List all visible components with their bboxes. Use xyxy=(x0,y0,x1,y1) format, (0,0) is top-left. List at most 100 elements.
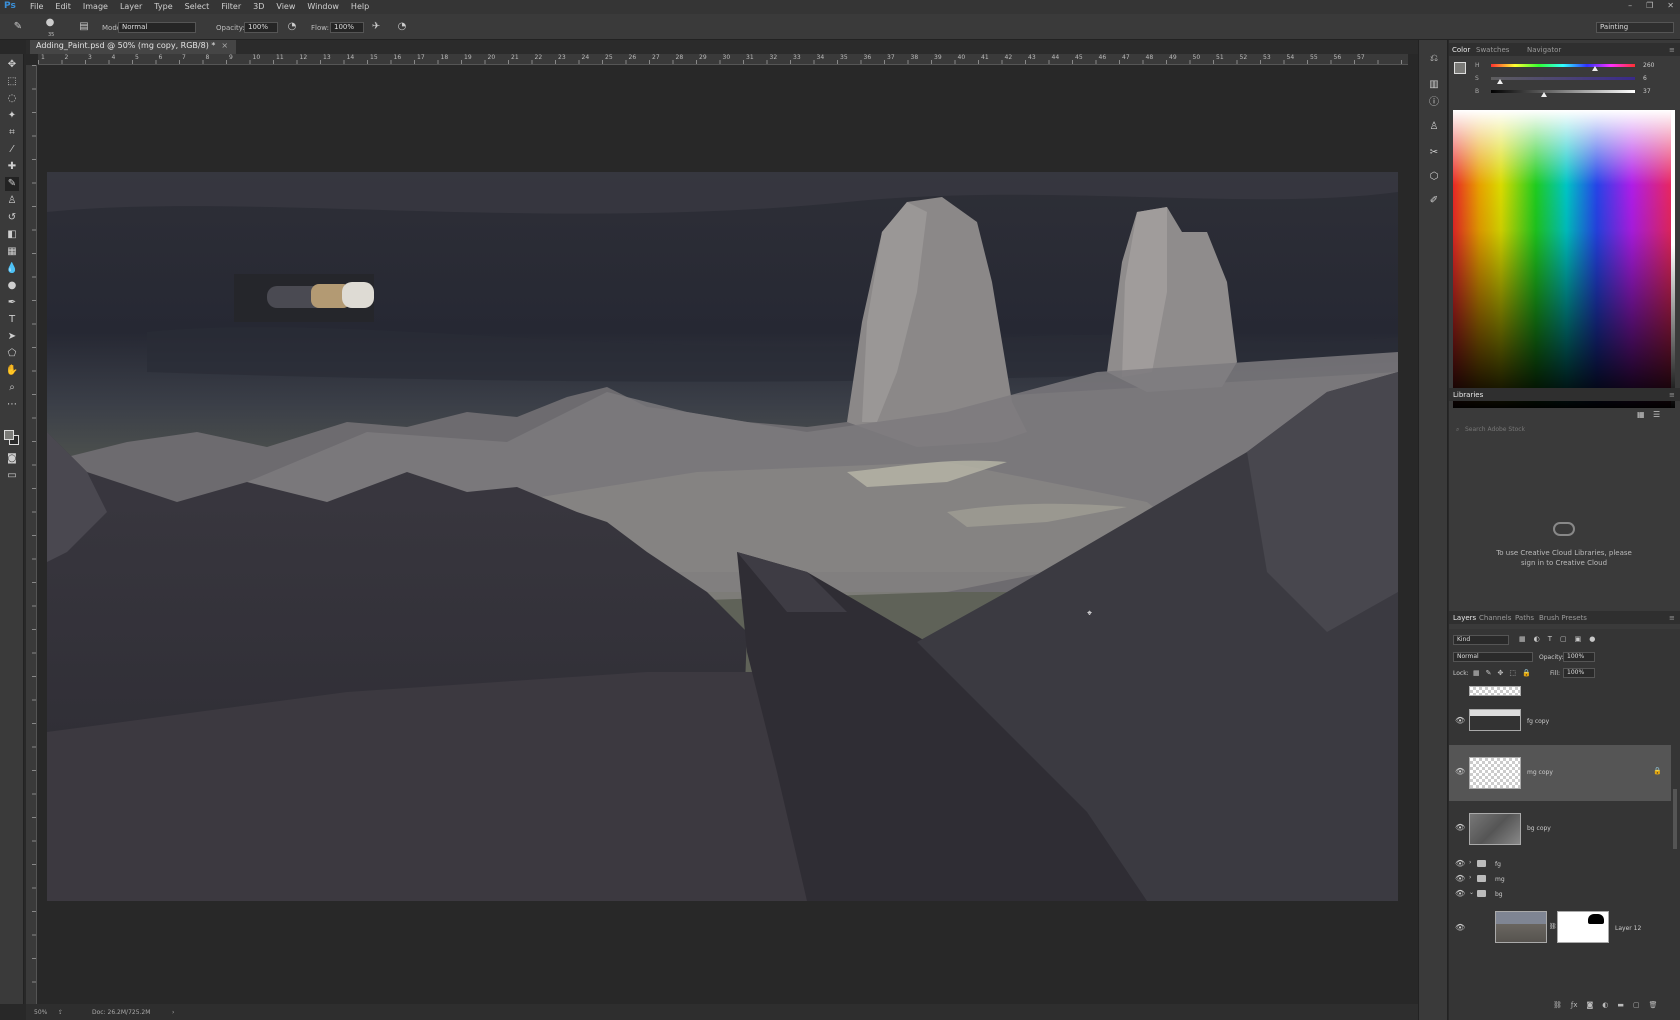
pressure-opacity-icon[interactable]: ◔ xyxy=(286,21,298,33)
menu-window[interactable]: Window xyxy=(307,2,339,11)
list-view-icon[interactable]: ☰ xyxy=(1653,410,1660,419)
filter-type-icon[interactable]: T xyxy=(1548,635,1552,643)
restore-button[interactable]: ❐ xyxy=(1646,1,1653,10)
screen-mode-icon[interactable]: ▭ xyxy=(5,469,19,483)
lock-transparent-icon[interactable]: ▦ xyxy=(1473,669,1480,677)
workspace-switcher[interactable]: Painting xyxy=(1596,22,1674,33)
add-mask-icon[interactable]: ◙ xyxy=(1587,1001,1594,1009)
tab-color[interactable]: Color xyxy=(1452,46,1470,54)
filter-smart-icon[interactable]: ▣ xyxy=(1575,635,1582,643)
layer-row-selected[interactable]: 👁 mg copy 🔒 xyxy=(1449,745,1671,801)
expand-chevron-icon[interactable]: › xyxy=(1469,859,1471,866)
type-tool-icon[interactable]: T xyxy=(5,313,19,327)
dodge-tool-icon[interactable]: ● xyxy=(5,279,19,293)
grid-view-icon[interactable]: ▦ xyxy=(1637,410,1645,419)
history-brush-tool-icon[interactable]: ↺ xyxy=(5,211,19,225)
menu-help[interactable]: Help xyxy=(351,2,369,11)
libraries-search-input[interactable]: ⌕ Search Adobe Stock xyxy=(1455,426,1673,438)
brightness-value[interactable]: 37 xyxy=(1643,88,1651,95)
expand-chevron-icon[interactable]: › xyxy=(1469,874,1471,881)
saturation-value[interactable]: 6 xyxy=(1643,75,1647,82)
eyedropper-tool-icon[interactable]: ⁄ xyxy=(5,143,19,157)
filter-shape-icon[interactable]: ▢ xyxy=(1560,635,1567,643)
tab-brush-presets[interactable]: Brush Presets xyxy=(1539,614,1587,622)
blur-tool-icon[interactable]: 💧 xyxy=(5,262,19,276)
flow-field[interactable]: 100% xyxy=(330,22,364,33)
quick-mask-icon[interactable]: ◙ xyxy=(5,452,19,466)
new-adjustment-icon[interactable]: ◐ xyxy=(1602,1001,1608,1009)
saturation-slider[interactable]: S 6 % xyxy=(1475,75,1665,84)
lock-artboard-icon[interactable]: ⬚ xyxy=(1509,669,1516,677)
link-layers-icon[interactable]: ⛓ xyxy=(1553,1001,1562,1009)
group-row[interactable]: 👁 ⌄ bg xyxy=(1449,887,1671,901)
layer-row[interactable]: 👁 ⛓ Layer 12 xyxy=(1449,907,1671,947)
tab-swatches[interactable]: Swatches xyxy=(1476,46,1509,54)
group-row[interactable]: 👁 › fg xyxy=(1449,857,1671,871)
hue-slider[interactable]: H 260 ° xyxy=(1475,62,1665,71)
layer-kind-filter[interactable]: Kind xyxy=(1453,635,1509,645)
blend-mode-select[interactable]: Normal xyxy=(1453,652,1533,662)
visibility-eye-icon[interactable]: 👁 xyxy=(1455,823,1465,832)
panel-menu-icon[interactable]: ≡ xyxy=(1669,46,1675,54)
magic-wand-tool-icon[interactable]: ✦ xyxy=(5,109,19,123)
brush-tool-icon[interactable]: ✎ xyxy=(12,21,24,33)
tab-navigator[interactable]: Navigator xyxy=(1527,46,1561,54)
group-name[interactable]: mg xyxy=(1495,876,1505,883)
adjustments-panel-icon[interactable]: ▥ xyxy=(1427,78,1441,92)
menu-image[interactable]: Image xyxy=(83,2,108,11)
group-name[interactable]: bg xyxy=(1495,891,1503,898)
foreground-color-swatch[interactable] xyxy=(4,430,14,440)
add-style-icon[interactable]: ƒx xyxy=(1571,1001,1578,1009)
layer-name[interactable]: mg copy xyxy=(1527,769,1553,776)
marquee-tool-icon[interactable]: ⬚ xyxy=(5,75,19,89)
brush-preset-icon[interactable]: ● xyxy=(44,17,56,29)
close-tab-icon[interactable]: × xyxy=(221,41,228,50)
status-share-icon[interactable]: ⇪ xyxy=(58,1009,63,1016)
mode-select[interactable]: Normal xyxy=(118,22,196,33)
healing-brush-tool-icon[interactable]: ✚ xyxy=(5,160,19,174)
more-tools-icon[interactable]: ⋯ xyxy=(5,398,19,412)
filter-adjustment-icon[interactable]: ◐ xyxy=(1534,635,1540,643)
visibility-eye-icon[interactable]: 👁 xyxy=(1455,859,1465,868)
saturation-track[interactable] xyxy=(1491,77,1635,80)
lasso-tool-icon[interactable]: ◌ xyxy=(5,92,19,106)
brush-presets-panel-icon[interactable]: ✐ xyxy=(1427,194,1441,208)
layer-row[interactable]: 👁 bg copy xyxy=(1449,809,1671,849)
crop-tool-icon[interactable]: ⌗ xyxy=(5,126,19,140)
history-panel-icon[interactable]: ⎌ xyxy=(1427,52,1441,66)
lock-pixels-icon[interactable]: ✎ xyxy=(1486,669,1492,677)
brightness-thumb[interactable] xyxy=(1541,92,1548,97)
minimize-button[interactable]: – xyxy=(1628,1,1632,10)
layer-row-partial[interactable] xyxy=(1449,686,1671,700)
layer-name[interactable]: fg copy xyxy=(1527,718,1549,725)
brightness-track[interactable] xyxy=(1491,90,1635,93)
tab-channels[interactable]: Channels xyxy=(1479,614,1511,622)
fill-field[interactable]: 100% xyxy=(1563,668,1595,678)
lock-all-icon[interactable]: 🔒 xyxy=(1522,669,1531,677)
visibility-eye-icon[interactable]: 👁 xyxy=(1455,889,1465,898)
layers-scrollbar[interactable] xyxy=(1673,789,1677,849)
filter-pixel-icon[interactable]: ▦ xyxy=(1519,635,1526,643)
visibility-eye-icon[interactable]: 👁 xyxy=(1455,767,1465,776)
pen-tool-icon[interactable]: ✒ xyxy=(5,296,19,310)
hue-track[interactable] xyxy=(1491,64,1635,67)
close-button[interactable]: ✕ xyxy=(1667,1,1674,10)
menu-edit[interactable]: Edit xyxy=(55,2,71,11)
hand-tool-icon[interactable]: ✋ xyxy=(5,364,19,378)
brightness-slider[interactable]: B 37 % xyxy=(1475,88,1665,97)
new-group-icon[interactable]: ▬ xyxy=(1617,1001,1624,1009)
new-layer-icon[interactable]: ▢ xyxy=(1633,1001,1640,1009)
delete-layer-icon[interactable]: 🗑 xyxy=(1649,1001,1658,1009)
info-panel-icon[interactable]: ⓘ xyxy=(1427,96,1441,110)
brush-panel-icon[interactable]: ▤ xyxy=(78,21,90,33)
gradient-tool-icon[interactable]: ▦ xyxy=(5,245,19,259)
clone-source-panel-icon[interactable]: ♙ xyxy=(1427,120,1441,134)
layer-mask-thumbnail[interactable] xyxy=(1557,911,1609,943)
menu-filter[interactable]: Filter xyxy=(221,2,241,11)
mask-link-icon[interactable]: ⛓ xyxy=(1549,923,1557,930)
libraries-menu-icon[interactable]: ≡ xyxy=(1669,391,1675,399)
layer-name[interactable]: bg copy xyxy=(1527,825,1551,832)
pressure-size-icon[interactable]: ◔ xyxy=(396,21,408,33)
menu-select[interactable]: Select xyxy=(185,2,210,11)
document-tab[interactable]: Adding_Paint.psd @ 50% (mg copy, RGB/8) … xyxy=(30,40,237,54)
